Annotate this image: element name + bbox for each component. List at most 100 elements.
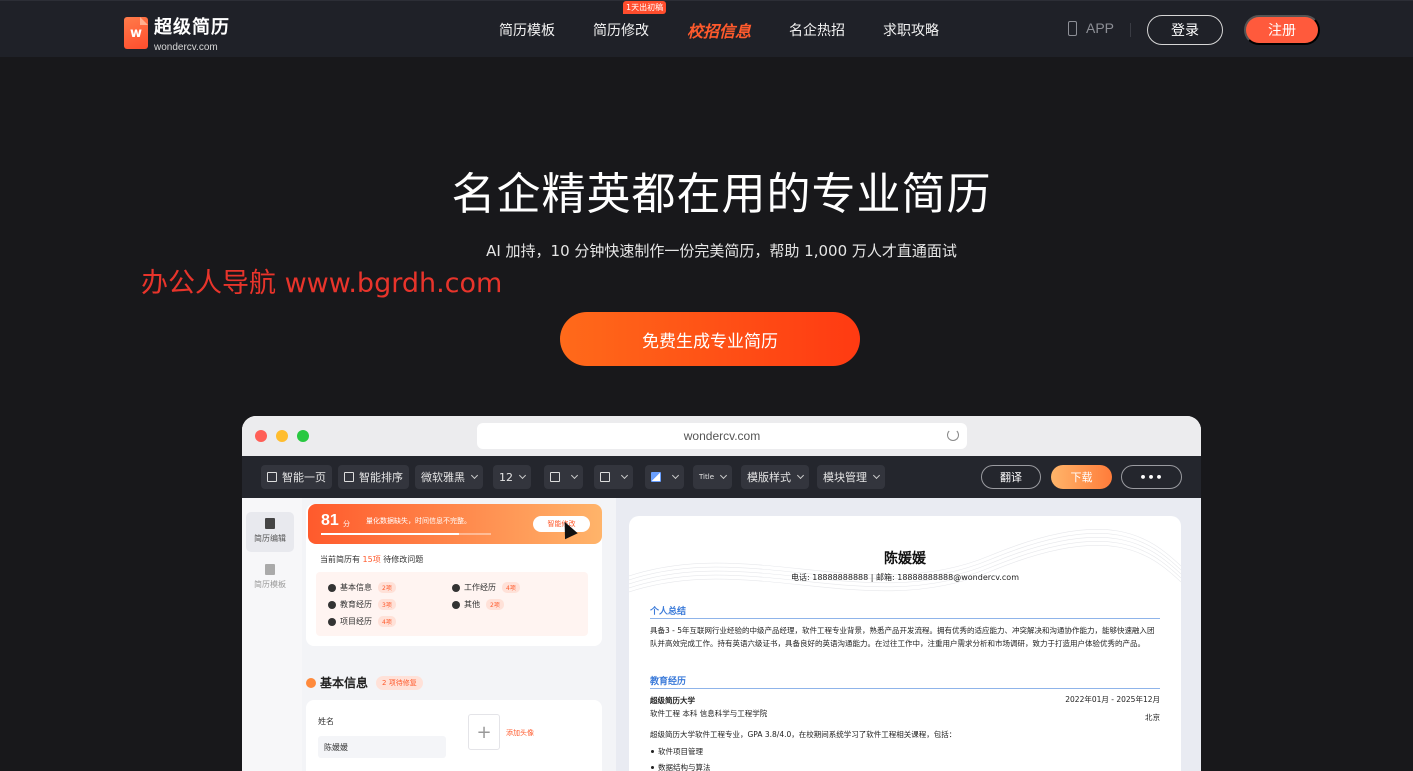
score-banner: 81 分 量化数据缺失，时间信息不完整。 智能修改 bbox=[308, 504, 602, 544]
smart-page-button: 智能一页 bbox=[261, 465, 332, 489]
fit-page-icon bbox=[267, 472, 277, 482]
editor-sidebar: 简历编辑 简历模板 bbox=[242, 498, 302, 771]
name-label: 姓名 bbox=[318, 717, 334, 726]
minimize-dot-icon bbox=[276, 430, 288, 442]
nav-badge: 1天出初稿 bbox=[623, 0, 667, 14]
issue-item: 其他 2项 bbox=[452, 599, 504, 610]
summary-text: 具备3 - 5年互联网行业经验的中级产品经理，软件工程专业背景，熟悉产品开发流程… bbox=[650, 626, 1155, 648]
editor-body: 简历编辑 简历模板 81 分 量化数据缺失，时间信息不完整。 智能修改 当前简历… bbox=[242, 498, 1201, 771]
nav-job-guides[interactable]: 求职攻略 bbox=[883, 20, 939, 40]
smart-sort-label: 智能排序 bbox=[359, 471, 403, 484]
site-logo[interactable]: w 超级简历 wondercv.com bbox=[124, 13, 230, 53]
logo-mark-icon: w bbox=[124, 17, 148, 49]
line-height-icon bbox=[550, 472, 560, 482]
score-value: 81 bbox=[321, 512, 339, 529]
chevron-down-icon bbox=[796, 471, 805, 480]
font-size-label: 12 bbox=[499, 470, 513, 484]
issues-list: 基本信息 2项 工作经历 4项 教育经历 3项 其他 2项 项目经历 4项 bbox=[316, 572, 588, 636]
title-style-select: Title bbox=[693, 465, 733, 489]
chevron-down-icon bbox=[872, 471, 881, 480]
login-button[interactable]: 登录 bbox=[1147, 15, 1223, 45]
education-heading: 教育经历 bbox=[650, 677, 687, 687]
app-label: APP bbox=[1086, 20, 1115, 36]
add-avatar-icon: + bbox=[468, 714, 500, 750]
margin-icon bbox=[600, 472, 610, 482]
chevron-down-icon bbox=[620, 471, 629, 480]
font-label: 微软雅黑 bbox=[421, 471, 465, 484]
chevron-down-icon bbox=[719, 471, 728, 480]
score-progress bbox=[321, 533, 491, 535]
education-city: 北京 bbox=[1145, 713, 1160, 722]
hero-subtitle: AI 加持，10 分钟快速制作一份完美简历，帮助 1,000 万人才直通面试 bbox=[486, 242, 957, 260]
score-message: 量化数据缺失，时间信息不完整。 bbox=[366, 517, 471, 525]
sidebar-edit-label: 简历编辑 bbox=[254, 534, 286, 543]
chevron-down-icon bbox=[570, 471, 579, 480]
score-progress-fill bbox=[321, 533, 459, 535]
template-style-label: 模版样式 bbox=[747, 471, 791, 484]
basic-info-form: 姓名 陈媛媛 + 添加头像 电话 邮箱 bbox=[306, 700, 602, 771]
issue-item: 项目经历 4项 bbox=[328, 616, 396, 627]
course-item: 软件项目管理 bbox=[651, 747, 703, 756]
add-avatar-label: 添加头像 bbox=[506, 729, 534, 737]
title-style-icon: Title bbox=[699, 473, 715, 481]
app-download-link[interactable]: APP bbox=[1068, 20, 1114, 36]
nav-resume-templates[interactable]: 简历模板 bbox=[499, 20, 555, 40]
smart-sort-button: 智能排序 bbox=[338, 465, 409, 489]
logo-name: 超级简历 bbox=[154, 17, 230, 38]
bullet-icon bbox=[328, 617, 336, 626]
summary-heading: 个人总结 bbox=[650, 607, 687, 617]
edit-panel: 81 分 量化数据缺失，时间信息不完整。 智能修改 当前简历有 15项 待修改问… bbox=[306, 504, 602, 771]
chevron-down-icon bbox=[671, 471, 680, 480]
bullet-icon bbox=[452, 583, 460, 592]
top-navbar: w 超级简历 wondercv.com 简历模板 简历修改 1天出初稿 校招信息… bbox=[0, 0, 1413, 57]
resume-preview: 陈媛媛 电话: 18888888888 | 邮箱: 18888888888@wo… bbox=[629, 516, 1181, 771]
sidebar-templates-label: 简历模板 bbox=[254, 580, 286, 589]
issue-item: 工作经历 4项 bbox=[452, 582, 520, 593]
issue-item: 基本信息 2项 bbox=[328, 582, 396, 593]
color-select bbox=[645, 465, 684, 489]
window-titlebar: wondercv.com bbox=[242, 416, 1201, 456]
logo-domain: wondercv.com bbox=[154, 42, 218, 53]
basic-info-header: 基本信息 2 项待修复 bbox=[306, 674, 423, 691]
issues-count: 15项 bbox=[362, 555, 381, 564]
template-style-select: 模版样式 bbox=[741, 465, 809, 489]
issue-item: 教育经历 3项 bbox=[328, 599, 396, 610]
close-dot-icon bbox=[255, 430, 267, 442]
bullet-icon bbox=[328, 600, 336, 609]
editor-toolbar: 智能一页 智能排序 微软雅黑 12 Title 模版样式 模块管理 翻译 下载 … bbox=[242, 456, 1201, 498]
create-resume-button[interactable]: 免费生成专业简历 bbox=[560, 312, 860, 366]
template-icon bbox=[265, 564, 275, 575]
basic-info-tag: 2 项待修复 bbox=[376, 675, 423, 690]
score-unit: 分 bbox=[343, 520, 350, 528]
module-manage-label: 模块管理 bbox=[823, 471, 867, 484]
phone-icon bbox=[1068, 20, 1077, 36]
module-manage-select: 模块管理 bbox=[817, 465, 885, 489]
sidebar-item-templates: 简历模板 bbox=[246, 558, 294, 598]
sort-icon bbox=[344, 472, 354, 482]
bullet-icon bbox=[328, 583, 336, 592]
smart-page-label: 智能一页 bbox=[282, 471, 326, 484]
education-divider bbox=[650, 688, 1160, 689]
summary-divider bbox=[650, 618, 1160, 619]
font-select: 微软雅黑 bbox=[415, 465, 483, 489]
color-swatch-icon bbox=[651, 472, 661, 482]
line-height-select bbox=[544, 465, 583, 489]
nav-top-companies[interactable]: 名企热招 bbox=[789, 20, 845, 40]
address-url: wondercv.com bbox=[683, 429, 761, 443]
maximize-dot-icon bbox=[297, 430, 309, 442]
nav-resume-editing[interactable]: 简历修改 1天出初稿 bbox=[593, 0, 667, 40]
download-button: 下载 bbox=[1051, 465, 1112, 489]
education-major: 软件工程 本科 信息科学与工程学院 bbox=[650, 709, 768, 718]
course-item: 数据结构与算法 bbox=[651, 763, 711, 771]
resume-name: 陈媛媛 bbox=[884, 551, 926, 567]
reload-icon bbox=[947, 429, 959, 441]
address-bar: wondercv.com bbox=[477, 423, 967, 449]
user-icon bbox=[306, 677, 316, 688]
register-button[interactable]: 注册 bbox=[1244, 15, 1320, 45]
name-field: 陈媛媛 bbox=[318, 736, 446, 758]
nav-divider bbox=[1130, 23, 1131, 37]
translate-button: 翻译 bbox=[981, 465, 1041, 489]
nav-campus-recruiting[interactable]: 校招信息 bbox=[687, 18, 751, 42]
watermark-text: 办公人导航 www.bgrdh.com bbox=[141, 268, 503, 299]
score-card: 81 分 量化数据缺失，时间信息不完整。 智能修改 当前简历有 15项 待修改问… bbox=[306, 504, 602, 646]
